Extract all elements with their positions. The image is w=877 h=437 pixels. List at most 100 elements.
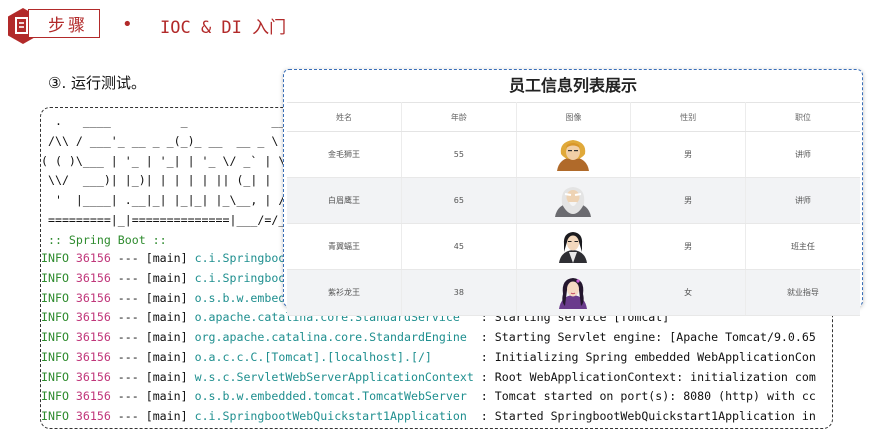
log-thread: main <box>152 409 181 423</box>
log-separator: --- [ <box>110 330 153 344</box>
table-header-row: 姓名 年龄 图像 性别 职位 <box>287 102 860 132</box>
log-pid: 36156 <box>75 389 111 404</box>
log-separator: ] <box>180 270 195 285</box>
cell-job: 就业指导 <box>745 269 860 316</box>
log-separator: ] <box>180 330 195 344</box>
cell-gender: 女 <box>630 269 746 316</box>
cell-job: 讲师 <box>745 177 860 224</box>
cell-age: 65 <box>401 177 517 224</box>
cell-image <box>516 269 632 316</box>
log-logger: w.s.c.ServletWebServerApplicationContext <box>194 369 481 384</box>
log-logger: c.i.SpringbootWebQuickstart1Application <box>194 409 481 423</box>
log-line: INFO 36156 --- [main] w.s.c.ServletWebSe… <box>41 370 816 384</box>
column-header-name: 姓名 <box>287 102 403 132</box>
cell-job: 讲师 <box>745 131 860 178</box>
log-line: INFO 36156 --- [main] o.a.c.c.C.[Tomcat]… <box>41 350 816 364</box>
cell-age: 38 <box>401 269 517 316</box>
log-level: INFO <box>41 251 69 265</box>
column-header-job: 职位 <box>745 102 860 132</box>
log-pid: 36156 <box>75 270 111 285</box>
page-title: IOC & DI 入门 <box>160 18 287 38</box>
step-instruction: ③. 运行测试。 <box>48 74 146 92</box>
cell-image <box>516 177 632 224</box>
cell-name: 白眉鹰王 <box>287 177 403 224</box>
log-thread: main <box>152 369 181 384</box>
cell-gender: 男 <box>630 223 746 270</box>
banner-line: =========|_|==============|___/=/_/_/_/ <box>41 212 321 227</box>
log-thread: main <box>152 251 181 265</box>
log-thread: main <box>152 270 181 285</box>
log-thread: main <box>152 310 181 325</box>
log-level: INFO <box>41 369 69 384</box>
log-thread: main <box>152 290 181 305</box>
log-message: : Initializing Spring embedded WebApplic… <box>480 349 816 364</box>
log-pid: 36156 <box>75 409 111 423</box>
log-pid: 36156 <box>75 251 111 265</box>
table-row: 金毛狮王 55 男 讲师 <box>287 131 860 178</box>
cell-image <box>516 223 632 270</box>
log-separator: ] <box>180 290 195 305</box>
log-separator: ] <box>180 369 195 384</box>
column-header-gender: 性别 <box>630 102 746 132</box>
log-separator: --- [ <box>110 389 153 404</box>
log-level: INFO <box>41 330 69 344</box>
log-thread: main <box>152 389 181 404</box>
log-pid: 36156 <box>75 330 111 344</box>
log-pid: 36156 <box>75 290 111 305</box>
golden-lion-avatar-icon <box>557 140 590 171</box>
log-separator: ] <box>180 310 195 325</box>
section-label-text: 步骤 <box>48 16 88 36</box>
log-level: INFO <box>41 389 69 404</box>
log-logger: org.apache.catalina.core.StandardEngine <box>194 330 481 344</box>
log-separator: --- [ <box>110 290 153 305</box>
cell-age: 45 <box>401 223 517 270</box>
log-thread: main <box>152 349 181 364</box>
log-message: : Starting Servlet engine: [Apache Tomca… <box>480 330 816 344</box>
banner-line: /\\ / ___'_ __ _ _(_)_ __ __ _ \ \ \ \ <box>41 133 321 148</box>
log-separator: --- [ <box>110 409 153 423</box>
banner-line: . ____ _ __ _ _ <box>41 114 314 128</box>
log-message: : Tomcat started on port(s): 8080 (http)… <box>480 389 816 404</box>
log-level: INFO <box>41 349 69 364</box>
log-logger: o.a.c.c.C.[Tomcat].[localhost].[/] <box>194 349 481 364</box>
column-header-age: 年龄 <box>401 102 517 132</box>
log-line: INFO 36156 --- [main] o.s.b.w.embedded.t… <box>41 389 816 403</box>
white-eyebrow-avatar-icon <box>555 187 592 217</box>
table-row: 青翼蝠王 45 男 班主任 <box>287 223 860 270</box>
cell-name: 紫衫龙王 <box>287 269 403 316</box>
log-pid: 36156 <box>75 369 111 384</box>
log-level: INFO <box>41 270 69 285</box>
header-bullet: • <box>122 14 133 35</box>
log-separator: ] <box>180 409 195 423</box>
log-separator: --- [ <box>110 349 153 364</box>
cell-gender: 男 <box>630 177 746 224</box>
table-row: 白眉鹰王 65 男 讲师 <box>287 177 860 224</box>
log-separator: --- [ <box>110 310 153 325</box>
employee-table: 姓名 年龄 图像 性别 职位 金毛狮王 55 男 讲师 白眉鹰王 65 男 讲师… <box>287 102 860 316</box>
employee-list-panel: 员工信息列表展示 姓名 年龄 图像 性别 职位 金毛狮王 55 男 讲师 白眉鹰… <box>283 69 863 316</box>
cell-name: 金毛狮王 <box>287 131 403 178</box>
table-row: 紫衫龙王 38 女 就业指导 <box>287 269 860 316</box>
log-line: INFO 36156 --- [main] c.i.SpringbootWebQ… <box>41 409 816 423</box>
log-line: INFO 36156 --- [main] org.apache.catalin… <box>41 330 816 344</box>
log-thread: main <box>152 330 181 344</box>
log-separator: --- [ <box>110 369 153 384</box>
log-separator: ] <box>180 349 195 364</box>
log-message: : Root WebApplicationContext: initializa… <box>480 369 816 384</box>
log-separator: ] <box>180 389 195 404</box>
employee-list-title: 员工信息列表展示 <box>508 76 637 95</box>
log-separator: --- [ <box>110 251 153 265</box>
spring-boot-tag: :: Spring Boot :: <box>41 232 167 247</box>
section-label: 步骤 <box>28 9 100 38</box>
log-level: INFO <box>41 409 69 423</box>
column-header-image: 图像 <box>516 102 632 132</box>
cell-image <box>516 131 632 178</box>
cell-job: 班主任 <box>745 223 860 270</box>
cell-name: 青翼蝠王 <box>287 223 403 270</box>
log-separator: ] <box>180 251 195 265</box>
log-message: : Started SpringbootWebQuickstart1Applic… <box>480 409 816 423</box>
log-pid: 36156 <box>75 349 111 364</box>
log-level: INFO <box>41 290 69 305</box>
log-level: INFO <box>41 310 69 325</box>
log-logger: o.s.b.w.embedded.tomcat.TomcatWebServer <box>194 389 481 404</box>
